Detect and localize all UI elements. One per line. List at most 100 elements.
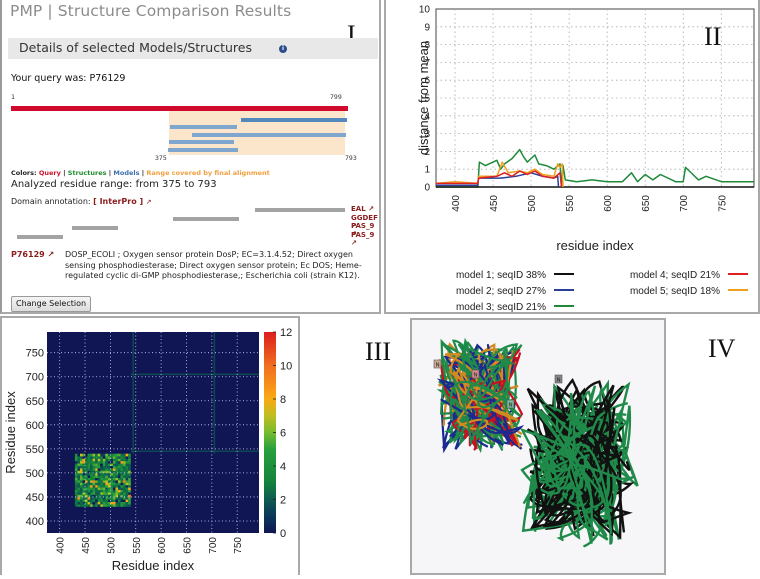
heatmap-cell bbox=[77, 456, 81, 459]
heatmap-cell bbox=[112, 456, 116, 459]
heatmap-cell bbox=[125, 460, 129, 464]
heatmap-cell bbox=[102, 453, 106, 457]
heatmap-cell bbox=[120, 477, 124, 481]
heatmap-cell bbox=[118, 487, 121, 490]
heatmap-cell bbox=[112, 482, 116, 486]
domain-link[interactable]: PAS_9 ↗ bbox=[351, 231, 379, 247]
heatmap-cell bbox=[105, 484, 108, 488]
interpro-link[interactable]: [ InterPro ] bbox=[93, 197, 143, 206]
heatmap-cell bbox=[112, 484, 116, 488]
section-header: Details of selected Models/Structures i bbox=[8, 38, 378, 59]
heatmap-cell bbox=[74, 489, 78, 493]
heatmap-cell bbox=[102, 487, 106, 490]
structure-view-panel[interactable]: N N N N bbox=[410, 318, 666, 575]
heatmap-cell bbox=[128, 492, 131, 495]
heatmap-cell bbox=[92, 458, 96, 462]
colorbar-tick-label: 8 bbox=[280, 394, 286, 406]
heatmap-cell bbox=[80, 458, 83, 462]
heatmap-cell bbox=[97, 465, 101, 469]
heatmap-cell bbox=[74, 460, 78, 464]
heatmap-cell bbox=[80, 472, 83, 476]
colorbar-tick-label: 6 bbox=[280, 428, 286, 440]
heatmap-cell bbox=[87, 499, 91, 502]
heatmap-cell bbox=[97, 489, 101, 493]
heatmap-cell bbox=[110, 489, 114, 493]
heatmap-cell bbox=[74, 499, 78, 502]
model-bar[interactable] bbox=[192, 132, 347, 137]
heatmap-cell bbox=[115, 477, 119, 481]
domain-bar bbox=[71, 226, 119, 230]
heatmap-cell bbox=[125, 499, 129, 502]
heatmap-cell bbox=[80, 480, 83, 483]
heatmap-cell bbox=[118, 463, 121, 466]
heatmap-cell bbox=[118, 489, 121, 493]
heatmap-cell bbox=[120, 472, 124, 476]
heatmap-cell bbox=[112, 468, 116, 471]
heatmap-cell bbox=[100, 482, 103, 486]
model-bar[interactable] bbox=[170, 125, 237, 130]
y-axis-label: Residue index bbox=[3, 391, 18, 474]
heatmap-cell bbox=[112, 453, 116, 457]
heatmap-cell bbox=[100, 487, 103, 490]
heatmap-cell bbox=[90, 472, 93, 476]
heatmap-cell bbox=[105, 453, 108, 457]
change-selection-button[interactable]: Change Selection bbox=[11, 296, 92, 312]
heatmap-cell bbox=[87, 463, 91, 466]
heatmap-cell bbox=[120, 492, 124, 495]
heatmap-cell bbox=[77, 499, 81, 502]
heatmap-cell bbox=[125, 484, 129, 488]
entry-description-text: DOSP_ECOLI ; Oxygen sensor protein DosP;… bbox=[65, 250, 362, 280]
heatmap-cell bbox=[125, 468, 129, 471]
model-bar[interactable] bbox=[168, 140, 235, 145]
structure-superposition-view[interactable]: N N N N bbox=[412, 320, 664, 573]
heatmap-cell bbox=[95, 501, 98, 505]
details-panel: PMP | Structure Comparison Results I Det… bbox=[0, 0, 381, 314]
heatmap-cell bbox=[100, 458, 103, 462]
heatmap-cell bbox=[95, 460, 98, 464]
model-bar[interactable] bbox=[167, 147, 238, 152]
heatmap-cell bbox=[100, 501, 103, 505]
colorbar-tick-label: 4 bbox=[280, 461, 286, 473]
panel-label-iv: IV bbox=[708, 334, 736, 363]
query-bar bbox=[11, 106, 348, 111]
heatmap-cell bbox=[128, 482, 131, 486]
model-bar[interactable] bbox=[240, 118, 348, 122]
heatmap-cell bbox=[77, 484, 81, 488]
heatmap-cell bbox=[118, 453, 121, 457]
heatmap-cell bbox=[92, 475, 96, 478]
heatmap-cell bbox=[120, 463, 124, 466]
heatmap-cell bbox=[118, 480, 121, 483]
entry-accession-link[interactable]: P76129 ↗ bbox=[11, 250, 54, 261]
heatmap-cell bbox=[123, 501, 126, 505]
x-tick-label: 700 bbox=[679, 195, 690, 212]
heatmap-cell bbox=[123, 489, 126, 493]
domain-annotation: Domain annotation: [ InterPro ] ↗ bbox=[11, 197, 152, 206]
heatmap-cell bbox=[110, 504, 114, 507]
heatmap-cell bbox=[102, 501, 106, 505]
heatmap-cell bbox=[87, 501, 91, 505]
page-title: PMP | Structure Comparison Results bbox=[10, 2, 292, 20]
heatmap-cell bbox=[90, 456, 93, 459]
heatmap-cell bbox=[90, 501, 93, 505]
heatmap-cell bbox=[77, 480, 81, 483]
heatmap-cell bbox=[120, 487, 124, 490]
heatmap-cell bbox=[92, 487, 96, 490]
heatmap-cell bbox=[112, 463, 116, 466]
domain-link[interactable]: EAL ↗ bbox=[351, 205, 374, 213]
heatmap-cell bbox=[118, 477, 121, 481]
heatmap-cell bbox=[110, 472, 114, 476]
heatmap-cell bbox=[87, 477, 91, 481]
heatmap-cell bbox=[100, 475, 103, 478]
heatmap-cell bbox=[92, 465, 96, 469]
heatmap-cell bbox=[100, 465, 103, 469]
heatmap-cell bbox=[112, 477, 116, 481]
heatmap-cell bbox=[120, 484, 124, 488]
heatmap-cell bbox=[80, 499, 83, 502]
heatmap-cell bbox=[112, 489, 116, 493]
heatmap-cell bbox=[110, 475, 114, 478]
heatmap-cell bbox=[100, 456, 103, 459]
heatmap-cell bbox=[105, 504, 108, 507]
heatmap-cell bbox=[105, 456, 108, 459]
info-icon[interactable]: i bbox=[279, 45, 287, 53]
heatmap-cell bbox=[95, 487, 98, 490]
